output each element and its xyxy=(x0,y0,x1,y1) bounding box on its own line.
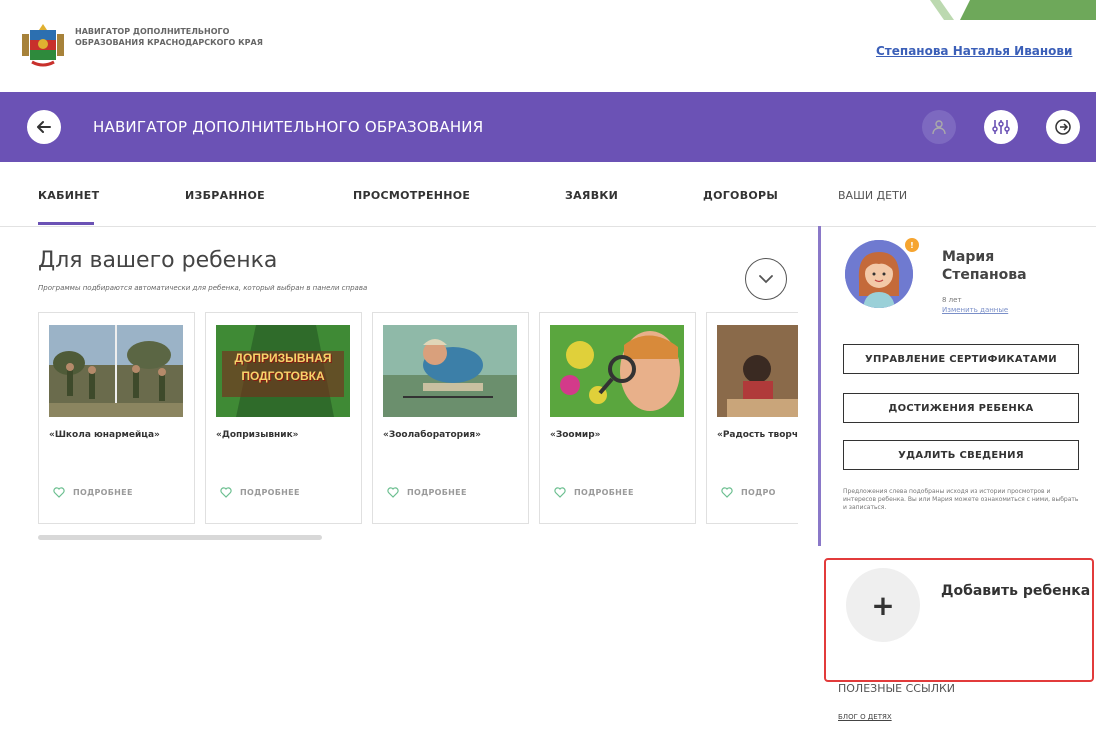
program-cards-carousel[interactable]: «Школа юнармейца» ПОДРОБНЕЕ ДОПРИЗЫВНАЯ … xyxy=(38,312,798,527)
carousel-scrollbar[interactable] xyxy=(38,535,798,540)
navbar: НАВИГАТОР ДОПОЛНИТЕЛЬНОГО ОБРАЗОВАНИЯ xyxy=(0,92,1096,162)
krasnodar-coat-of-arms-logo[interactable] xyxy=(18,24,68,68)
recommendations-subtitle: Программы подбираются автоматически для … xyxy=(38,284,368,292)
details-label: ПОДРО xyxy=(741,488,776,497)
tab-cabinet[interactable]: КАБИНЕТ xyxy=(38,189,99,202)
logout-icon xyxy=(1055,119,1071,135)
user-name-link[interactable]: Степанова Наталья Иванови xyxy=(876,44,1072,58)
heart-icon[interactable] xyxy=(53,487,65,498)
child-age: 8 лет xyxy=(942,296,962,304)
program-image-caption: ДОПРИЗЫВНАЯ ПОДГОТОВКА xyxy=(234,351,332,383)
profile-button[interactable] xyxy=(922,110,956,144)
program-card[interactable]: «Радость творчества ПОДРО xyxy=(706,312,798,524)
tab-viewed[interactable]: ПРОСМОТРЕННОЕ xyxy=(353,189,470,202)
details-link[interactable]: ПОДРОБНЕЕ xyxy=(53,487,133,498)
add-child-label[interactable]: Добавить ребенка xyxy=(941,582,1090,601)
child-name: Мария Степанова xyxy=(942,249,1027,283)
tab-contracts[interactable]: ДОГОВОРЫ xyxy=(703,189,778,202)
add-child-card[interactable]: + Добавить ребенка xyxy=(824,558,1094,682)
program-image xyxy=(717,325,798,417)
program-card[interactable]: «Зоомир» ПОДРОБНЕЕ xyxy=(539,312,696,524)
add-child-plus-button[interactable]: + xyxy=(846,568,920,642)
program-image xyxy=(550,325,684,417)
sliders-icon xyxy=(992,120,1010,134)
details-label: ПОДРОБНЕЕ xyxy=(240,488,300,497)
chevron-down-icon xyxy=(759,275,773,284)
corner-decoration xyxy=(930,0,1096,20)
program-card[interactable]: «Школа юнармейца» ПОДРОБНЕЕ xyxy=(38,312,195,524)
girl-avatar-icon xyxy=(845,240,913,308)
heart-icon[interactable] xyxy=(554,487,566,498)
details-link[interactable]: ПОДРОБНЕЕ xyxy=(554,487,634,498)
manage-certificates-button[interactable]: УПРАВЛЕНИЕ СЕРТИФИКАТАМИ xyxy=(843,344,1079,374)
expand-button[interactable] xyxy=(745,258,787,300)
delete-data-button[interactable]: УДАЛИТЬ СВЕДЕНИЯ xyxy=(843,440,1079,470)
recommendations-note: Предложения слева подобраны исходя из ис… xyxy=(843,488,1079,511)
details-label: ПОДРОБНЕЕ xyxy=(407,488,467,497)
heart-icon[interactable] xyxy=(387,487,399,498)
settings-button[interactable] xyxy=(984,110,1018,144)
program-name[interactable]: «Зоомир» xyxy=(550,429,684,441)
child-achievements-button[interactable]: ДОСТИЖЕНИЯ РЕБЕНКА xyxy=(843,393,1079,423)
details-link[interactable]: ПОДРОБНЕЕ xyxy=(387,487,467,498)
tab-favorites[interactable]: ИЗБРАННОЕ xyxy=(185,189,265,202)
top-header: НАВИГАТОР ДОПОЛНИТЕЛЬНОГО ОБРАЗОВАНИЯ КР… xyxy=(0,0,1096,88)
details-label: ПОДРОБНЕЕ xyxy=(574,488,634,497)
program-card[interactable]: «Зоолаборатория» ПОДРОБНЕЕ xyxy=(372,312,529,524)
active-tab-indicator xyxy=(38,222,94,225)
logout-button[interactable] xyxy=(1046,110,1080,144)
child-avatar[interactable] xyxy=(845,240,913,308)
program-image xyxy=(49,325,183,417)
back-button[interactable] xyxy=(27,110,61,144)
edit-child-link[interactable]: Изменить данные xyxy=(942,306,1008,314)
cabinet-tabs: КАБИНЕТ ИЗБРАННОЕ ПРОСМОТРЕННОЕ ЗАЯВКИ Д… xyxy=(0,162,818,227)
arrow-left-icon xyxy=(37,121,51,133)
blog-link[interactable]: БЛОГ О ДЕТЯХ xyxy=(838,713,892,721)
program-name[interactable]: «Допризывник» xyxy=(216,429,350,441)
useful-links-title: ПОЛЕЗНЫЕ ССЫЛКИ xyxy=(838,682,956,695)
program-card[interactable]: ДОПРИЗЫВНАЯ ПОДГОТОВКА «Допризывник» ПОД… xyxy=(205,312,362,524)
heart-icon[interactable] xyxy=(721,487,733,498)
selected-child-indicator xyxy=(818,226,821,546)
details-link[interactable]: ПОДРОБНЕЕ xyxy=(220,487,300,498)
program-image xyxy=(383,325,517,417)
org-name: НАВИГАТОР ДОПОЛНИТЕЛЬНОГО ОБРАЗОВАНИЯ КР… xyxy=(75,27,263,47)
heart-icon[interactable] xyxy=(220,487,232,498)
tab-applications[interactable]: ЗАЯВКИ xyxy=(565,189,618,202)
details-label: ПОДРОБНЕЕ xyxy=(73,488,133,497)
kids-panel-title: ВАШИ ДЕТИ xyxy=(838,189,908,202)
notification-badge: ! xyxy=(903,236,921,254)
recommendations-title: Для вашего ребенка xyxy=(38,248,278,273)
program-name[interactable]: «Радость творчества xyxy=(717,429,798,441)
program-name[interactable]: «Школа юнармейца» xyxy=(49,429,183,441)
navbar-title: НАВИГАТОР ДОПОЛНИТЕЛЬНОГО ОБРАЗОВАНИЯ xyxy=(93,118,484,136)
user-icon xyxy=(932,120,946,135)
carousel-scrollbar-thumb[interactable] xyxy=(38,535,322,540)
details-link[interactable]: ПОДРО xyxy=(721,487,776,498)
program-name[interactable]: «Зоолаборатория» xyxy=(383,429,517,441)
kids-panel-header: ВАШИ ДЕТИ xyxy=(818,162,1096,227)
